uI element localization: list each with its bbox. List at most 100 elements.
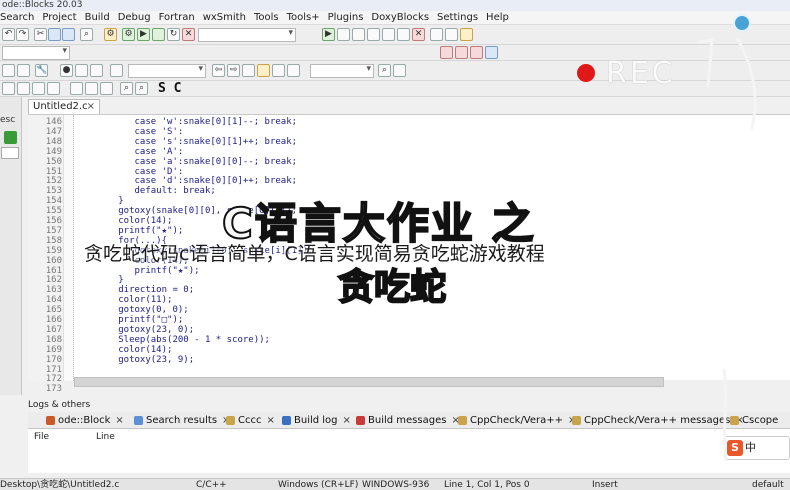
close-icon[interactable]: ×: [343, 415, 351, 426]
rebuild-icon[interactable]: ↻: [167, 28, 180, 41]
menu-project[interactable]: Project: [38, 11, 80, 25]
status-mode: Insert: [592, 480, 618, 490]
logs-panel-title: Logs & others: [28, 400, 91, 410]
fold-margin[interactable]: [64, 115, 74, 381]
paste-icon[interactable]: [62, 28, 75, 41]
menu-tools-plus[interactable]: Tools+: [283, 11, 324, 25]
debug-step-out-icon[interactable]: [382, 28, 395, 41]
nav-forward-icon[interactable]: ⇨: [227, 64, 240, 77]
tab-cccc[interactable]: Cccc ×: [224, 412, 275, 429]
bookmark-icon[interactable]: [460, 28, 473, 41]
ime-indicator[interactable]: S 中: [724, 436, 790, 460]
layout-4-icon[interactable]: [47, 82, 60, 95]
close-icon[interactable]: ×: [266, 415, 274, 426]
jump-back-icon[interactable]: [440, 46, 453, 59]
debug-stop-icon[interactable]: ✕: [412, 28, 425, 41]
tab-codeblocks[interactable]: ode::Block ×: [44, 412, 124, 429]
editor-tab[interactable]: Untitled2.c ×: [28, 99, 100, 114]
build-icon[interactable]: ⚙: [122, 28, 135, 41]
wrench-icon[interactable]: 🔧: [35, 64, 48, 77]
jump-forward-icon[interactable]: [455, 46, 468, 59]
nav-back-icon[interactable]: ⇦: [212, 64, 225, 77]
cut-icon[interactable]: ✂: [34, 28, 47, 41]
menu-plugins[interactable]: Plugins: [324, 11, 368, 25]
close-icon[interactable]: ×: [115, 415, 123, 426]
main-toolbar: ↶ ↷ ✂ ⌕ ⚙ ⚙ ▶ ↻ ✕ ▶ ✕: [0, 25, 790, 45]
highlight-icon[interactable]: [242, 64, 255, 77]
edit-icon[interactable]: [257, 64, 270, 77]
ime-mode-label: 中: [745, 441, 756, 454]
code-line[interactable]: gotoxy(23, 9);: [102, 355, 194, 366]
zoom-out-icon[interactable]: ⌕: [135, 82, 148, 95]
format-icon[interactable]: [287, 64, 300, 77]
search-combo[interactable]: [310, 64, 374, 78]
symbol-combo[interactable]: [128, 64, 206, 78]
settings-icon[interactable]: ⚙: [104, 28, 117, 41]
layout-1-icon[interactable]: [2, 82, 15, 95]
zoom-in-icon[interactable]: ⌕: [120, 82, 133, 95]
build-target-combo[interactable]: [198, 28, 296, 42]
code-line[interactable]: case 'a':snake[0][0]--; break;: [102, 157, 298, 168]
column-file[interactable]: File: [34, 432, 49, 442]
select-box-icon[interactable]: [85, 82, 98, 95]
debug-step-icon[interactable]: [337, 28, 350, 41]
debug-run-icon[interactable]: ▶: [322, 28, 335, 41]
management-panel: esc: [0, 97, 22, 395]
tab-cppcheck[interactable]: CppCheck/Vera++×: [456, 412, 576, 429]
column-line[interactable]: Line: [96, 432, 115, 442]
tools-icon[interactable]: [393, 64, 406, 77]
menu-debug[interactable]: Debug: [114, 11, 155, 25]
tab-cscope[interactable]: Cscope: [728, 412, 778, 429]
abort-icon[interactable]: ✕: [182, 28, 195, 41]
select-rect-icon[interactable]: [70, 82, 83, 95]
panel-combo[interactable]: [1, 147, 19, 159]
debug-windows-icon[interactable]: [430, 28, 443, 41]
build-run-icon[interactable]: [152, 28, 165, 41]
toggle-bookmark-icon[interactable]: [470, 46, 483, 59]
menu-settings[interactable]: Settings: [433, 11, 482, 25]
font-icon[interactable]: [272, 64, 285, 77]
tab-build-messages[interactable]: Build messages ×: [354, 412, 460, 429]
layout-2-icon[interactable]: [17, 82, 30, 95]
select-all-icon[interactable]: [100, 82, 113, 95]
redo-icon[interactable]: ↷: [16, 28, 29, 41]
scope-label[interactable]: S C: [158, 81, 181, 97]
gear-small-icon[interactable]: [75, 64, 88, 77]
menu-help[interactable]: Help: [482, 11, 513, 25]
match-case-icon[interactable]: [2, 64, 15, 77]
close-icon[interactable]: ×: [87, 100, 95, 114]
status-encoding: WINDOWS-936: [362, 480, 430, 490]
run-to-cursor-icon[interactable]: [90, 64, 103, 77]
tab-label: Build messages: [368, 415, 447, 426]
menu-search[interactable]: Search: [0, 11, 38, 25]
undo-icon[interactable]: ↶: [2, 28, 15, 41]
prev-bookmark-icon[interactable]: [485, 46, 498, 59]
run-icon[interactable]: ▶: [137, 28, 150, 41]
layout-3-icon[interactable]: [32, 82, 45, 95]
tab-cppcheck-messages[interactable]: CppCheck/Vera++ messages ×: [570, 412, 744, 429]
status-eol: Windows (CR+LF): [278, 480, 359, 490]
copy-icon[interactable]: [48, 28, 61, 41]
cccc-icon: [226, 416, 235, 425]
regex-icon[interactable]: [17, 64, 30, 77]
menu-tools[interactable]: Tools: [250, 11, 283, 25]
scope-combo[interactable]: [2, 46, 70, 60]
debug-info-icon[interactable]: [445, 28, 458, 41]
horizontal-scrollbar[interactable]: [74, 377, 664, 387]
rec-label: REC: [606, 56, 676, 91]
find-icon[interactable]: ⌕: [80, 28, 93, 41]
doxy-icon[interactable]: [110, 64, 123, 77]
menu-build[interactable]: Build: [81, 11, 114, 25]
debug-next-instr-icon[interactable]: [397, 28, 410, 41]
debug-next-icon[interactable]: [352, 28, 365, 41]
tab-search-results[interactable]: Search results×: [132, 412, 230, 429]
menu-doxyblocks[interactable]: DoxyBlocks: [367, 11, 433, 25]
menu-fortran[interactable]: Fortran: [155, 11, 199, 25]
debug-step-into-icon[interactable]: [367, 28, 380, 41]
menu-wxsmith[interactable]: wxSmith: [199, 11, 250, 25]
breakpoint-icon[interactable]: ●: [60, 64, 73, 77]
build-messages-icon: [356, 416, 365, 425]
tab-build-log[interactable]: Build log ×: [280, 412, 351, 429]
search-icon[interactable]: ⌕: [378, 64, 391, 77]
workspace-icon[interactable]: [4, 131, 17, 144]
